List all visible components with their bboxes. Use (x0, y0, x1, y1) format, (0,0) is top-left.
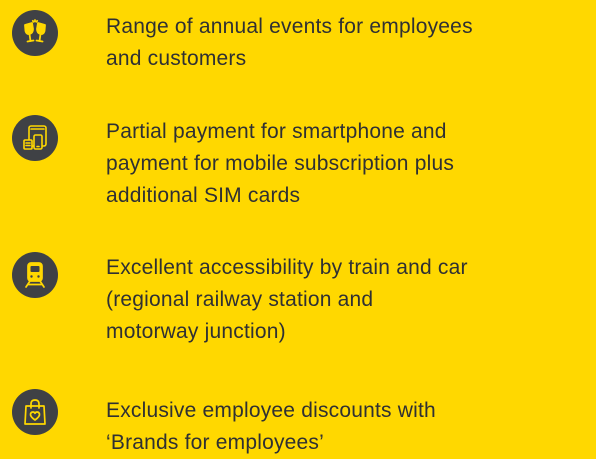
mobile-devices-icon (12, 115, 58, 161)
benefit-text: Exclusive employee discounts with ‘Brand… (106, 399, 436, 454)
champagne-glasses-icon (12, 10, 58, 56)
benefit-text: Partial payment for smartphone and payme… (106, 120, 455, 207)
shopping-bag-heart-icon (12, 389, 58, 435)
benefit-text: Excellent accessibility by train and car… (106, 256, 468, 343)
train-icon (12, 252, 58, 298)
benefit-text: Range of annual events for employees and… (106, 15, 473, 70)
benefits-list: Range of annual events for employees and… (0, 0, 596, 454)
